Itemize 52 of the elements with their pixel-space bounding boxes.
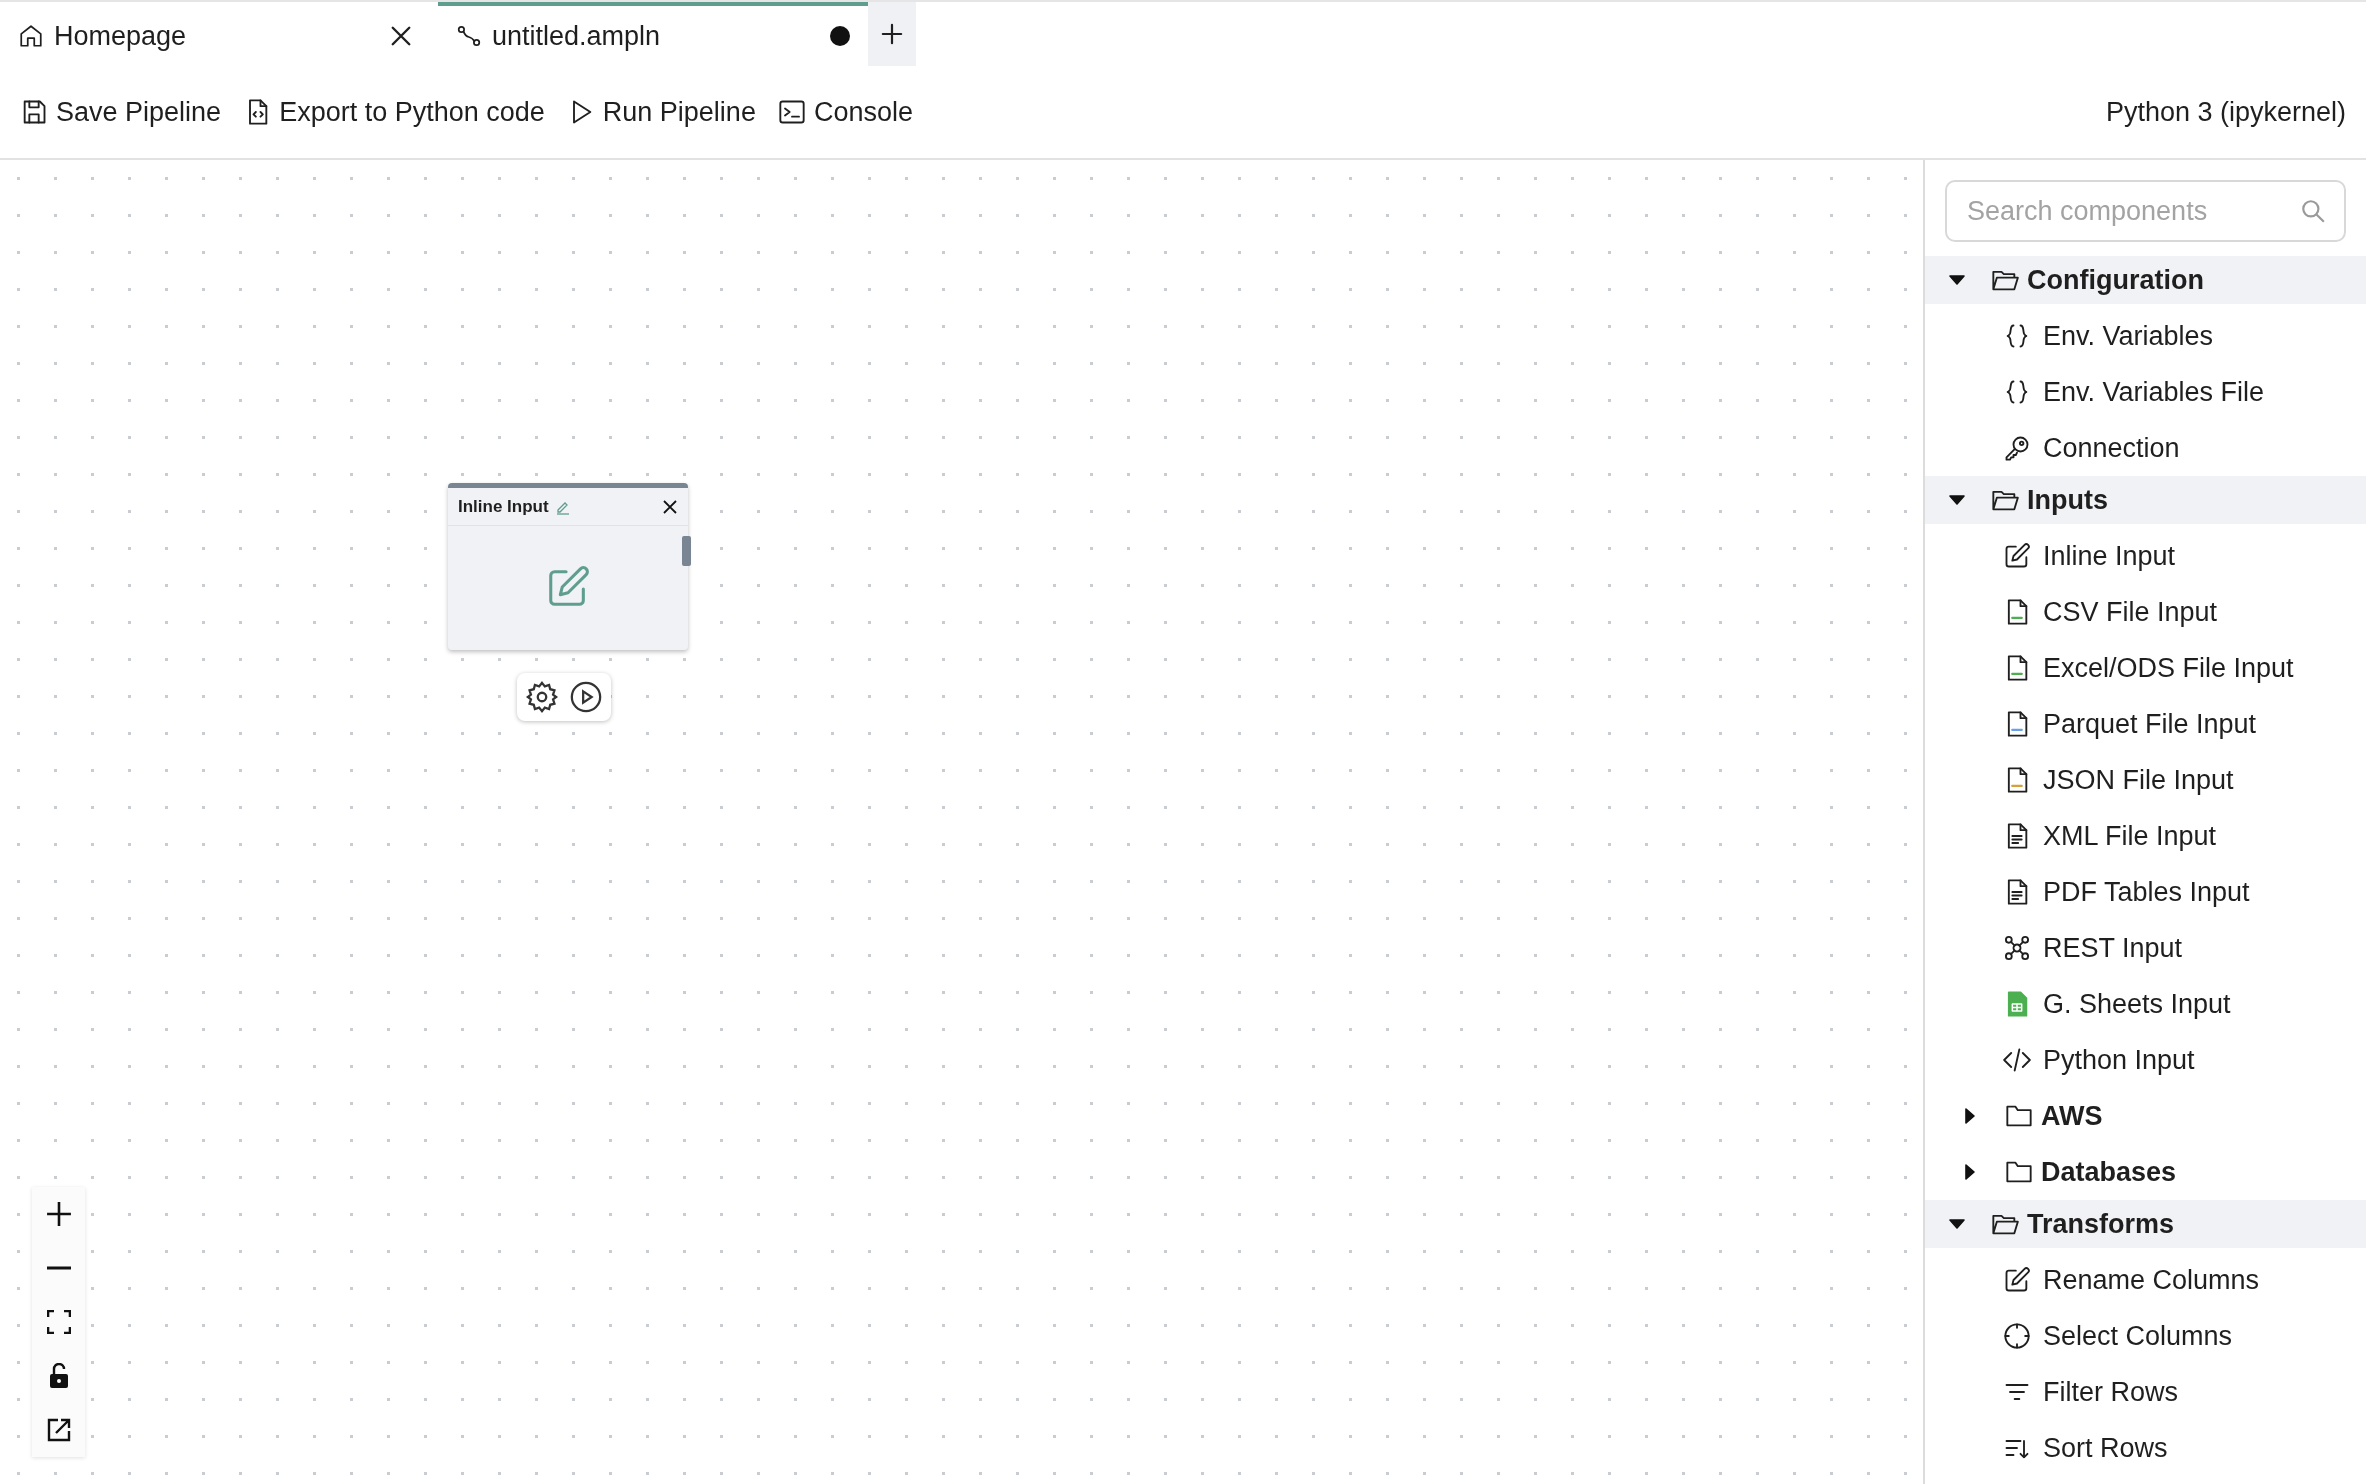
component-item[interactable]: Rename Columns xyxy=(1925,1252,2366,1308)
toolbar-button[interactable]: Save Pipeline xyxy=(20,85,222,139)
category-header[interactable]: AWS xyxy=(1925,1088,2366,1144)
toolbar-button[interactable]: Export to Python code xyxy=(243,85,545,139)
component-item[interactable]: Select Columns xyxy=(1925,1308,2366,1364)
category-header[interactable]: Inputs xyxy=(1925,476,2366,524)
component-item[interactable]: PDF Tables Input xyxy=(1925,864,2366,920)
crosshair-circle-icon xyxy=(2003,1322,2031,1350)
category-header[interactable]: Configuration xyxy=(1925,256,2366,304)
component-item[interactable]: Connection xyxy=(1925,420,2366,476)
node-card[interactable]: Inline Input xyxy=(448,483,688,650)
edit-icon xyxy=(2003,542,2031,570)
toolbar-button[interactable]: Run Pipeline xyxy=(566,85,756,139)
toolbar-button[interactable]: Console xyxy=(777,85,913,139)
new-tab-button[interactable] xyxy=(868,2,916,66)
component-item[interactable]: CSV File Input xyxy=(1925,584,2366,640)
plus-icon xyxy=(881,23,903,45)
terminal-icon xyxy=(777,98,806,126)
external-link-icon xyxy=(46,1418,71,1442)
kernel-name: Python 3 (ipykernel) xyxy=(2105,95,2346,129)
search-icon xyxy=(2300,198,2326,224)
search-field[interactable]: Search components xyxy=(1945,180,2346,242)
plus-icon xyxy=(45,1201,72,1227)
component-item[interactable]: Env. Variables File xyxy=(1925,364,2366,420)
close-icon[interactable] xyxy=(662,498,678,515)
network-icon xyxy=(2003,934,2031,962)
key-icon xyxy=(2003,434,2031,462)
component-item[interactable]: REST Input xyxy=(1925,920,2366,976)
category-header[interactable]: Transforms xyxy=(1925,1200,2366,1248)
component-item[interactable]: Env. Variables xyxy=(1925,308,2366,364)
connector-icon xyxy=(456,23,482,49)
component-item[interactable]: Parquet File Input xyxy=(1925,696,2366,752)
settings-icon[interactable] xyxy=(525,680,559,714)
component-item[interactable]: G. Sheets Input xyxy=(1925,976,2366,1032)
minus-icon xyxy=(45,1266,72,1270)
node-title: Inline Input xyxy=(458,495,549,518)
run-icon[interactable] xyxy=(569,680,603,714)
home-icon xyxy=(18,23,44,49)
component-item[interactable]: Filter Rows xyxy=(1925,1364,2366,1420)
output-handle[interactable] xyxy=(682,536,691,566)
component-item[interactable]: Inline Input xyxy=(1925,528,2366,584)
category-header[interactable]: Databases xyxy=(1925,1144,2366,1200)
component-item[interactable]: JSON File Input xyxy=(1925,752,2366,808)
component-item[interactable]: XML File Input xyxy=(1925,808,2366,864)
close-icon[interactable] xyxy=(390,25,412,47)
fit-view-icon xyxy=(46,1310,71,1334)
code-icon xyxy=(2003,1046,2031,1074)
component-item[interactable]: Excel/ODS File Input xyxy=(1925,640,2366,696)
edit-icon xyxy=(2003,1266,2031,1294)
component-item[interactable]: Sort Rows xyxy=(1925,1420,2366,1476)
component-item[interactable]: Python Input xyxy=(1925,1032,2366,1088)
unlocked-padlock-icon xyxy=(48,1363,69,1389)
